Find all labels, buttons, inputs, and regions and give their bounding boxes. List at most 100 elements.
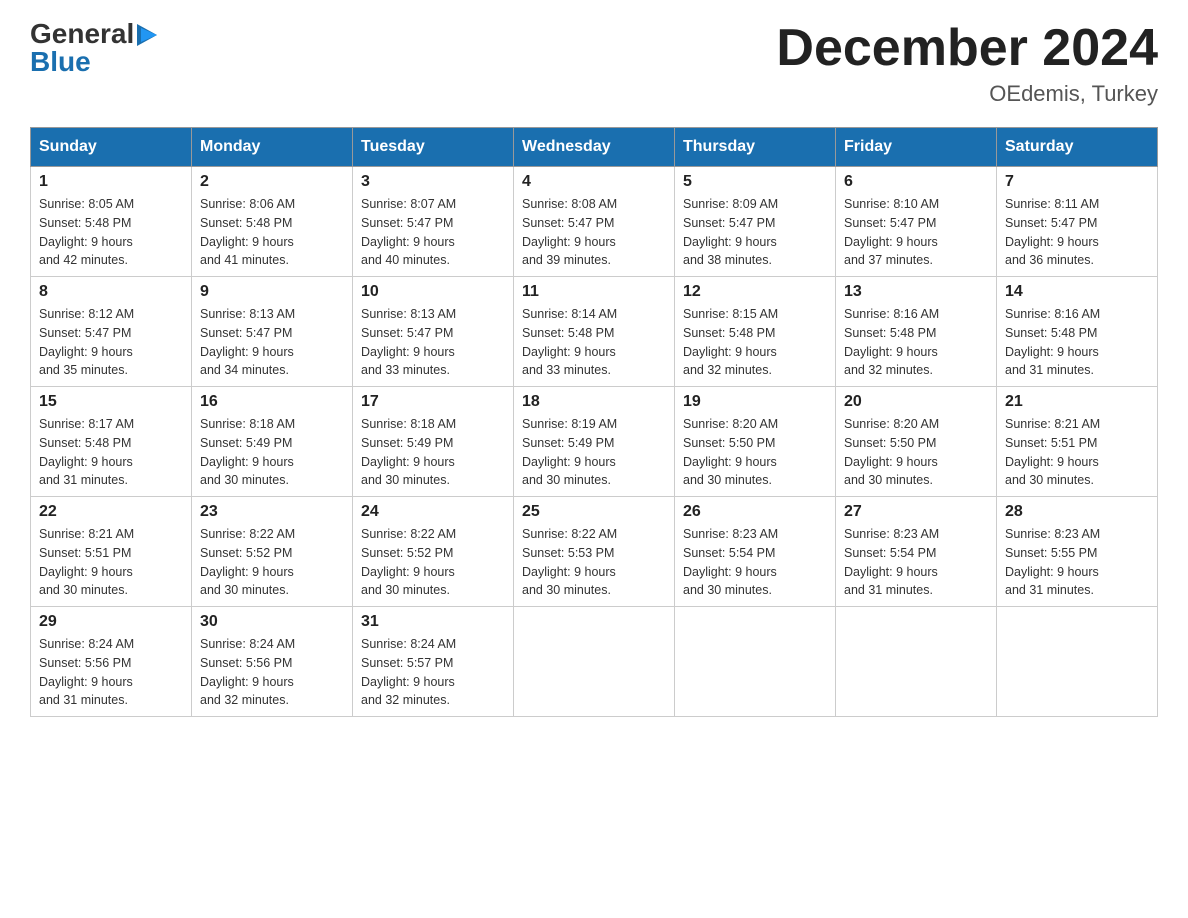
calendar-cell: 25 Sunrise: 8:22 AM Sunset: 5:53 PM Dayl… xyxy=(514,497,675,607)
logo-arrow-icon xyxy=(137,24,161,46)
calendar-cell: 1 Sunrise: 8:05 AM Sunset: 5:48 PM Dayli… xyxy=(31,167,192,277)
calendar-cell: 22 Sunrise: 8:21 AM Sunset: 5:51 PM Dayl… xyxy=(31,497,192,607)
calendar-cell: 31 Sunrise: 8:24 AM Sunset: 5:57 PM Dayl… xyxy=(353,607,514,717)
day-info: Sunrise: 8:11 AM Sunset: 5:47 PM Dayligh… xyxy=(1005,195,1149,270)
calendar-cell: 3 Sunrise: 8:07 AM Sunset: 5:47 PM Dayli… xyxy=(353,167,514,277)
day-number: 23 xyxy=(200,503,344,521)
calendar-cell: 27 Sunrise: 8:23 AM Sunset: 5:54 PM Dayl… xyxy=(836,497,997,607)
calendar-cell xyxy=(514,607,675,717)
calendar-header-row: SundayMondayTuesdayWednesdayThursdayFrid… xyxy=(31,128,1158,167)
day-info: Sunrise: 8:17 AM Sunset: 5:48 PM Dayligh… xyxy=(39,415,183,490)
day-number: 29 xyxy=(39,613,183,631)
day-number: 30 xyxy=(200,613,344,631)
day-info: Sunrise: 8:24 AM Sunset: 5:57 PM Dayligh… xyxy=(361,635,505,710)
month-title: December 2024 xyxy=(776,20,1158,77)
day-number: 25 xyxy=(522,503,666,521)
day-number: 22 xyxy=(39,503,183,521)
day-number: 8 xyxy=(39,283,183,301)
calendar-cell: 23 Sunrise: 8:22 AM Sunset: 5:52 PM Dayl… xyxy=(192,497,353,607)
calendar-cell: 16 Sunrise: 8:18 AM Sunset: 5:49 PM Dayl… xyxy=(192,387,353,497)
calendar-cell: 5 Sunrise: 8:09 AM Sunset: 5:47 PM Dayli… xyxy=(675,167,836,277)
day-number: 10 xyxy=(361,283,505,301)
day-info: Sunrise: 8:21 AM Sunset: 5:51 PM Dayligh… xyxy=(1005,415,1149,490)
day-info: Sunrise: 8:24 AM Sunset: 5:56 PM Dayligh… xyxy=(200,635,344,710)
calendar-header-thursday: Thursday xyxy=(675,128,836,167)
calendar-cell: 7 Sunrise: 8:11 AM Sunset: 5:47 PM Dayli… xyxy=(997,167,1158,277)
day-number: 15 xyxy=(39,393,183,411)
day-info: Sunrise: 8:12 AM Sunset: 5:47 PM Dayligh… xyxy=(39,305,183,380)
day-info: Sunrise: 8:19 AM Sunset: 5:49 PM Dayligh… xyxy=(522,415,666,490)
day-number: 4 xyxy=(522,173,666,191)
day-info: Sunrise: 8:18 AM Sunset: 5:49 PM Dayligh… xyxy=(200,415,344,490)
logo: General Blue xyxy=(30,20,161,76)
day-number: 1 xyxy=(39,173,183,191)
calendar-cell: 21 Sunrise: 8:21 AM Sunset: 5:51 PM Dayl… xyxy=(997,387,1158,497)
calendar-header-saturday: Saturday xyxy=(997,128,1158,167)
day-number: 16 xyxy=(200,393,344,411)
calendar-table: SundayMondayTuesdayWednesdayThursdayFrid… xyxy=(30,127,1158,717)
day-info: Sunrise: 8:21 AM Sunset: 5:51 PM Dayligh… xyxy=(39,525,183,600)
calendar-week-row: 1 Sunrise: 8:05 AM Sunset: 5:48 PM Dayli… xyxy=(31,167,1158,277)
calendar-cell: 30 Sunrise: 8:24 AM Sunset: 5:56 PM Dayl… xyxy=(192,607,353,717)
calendar-cell: 10 Sunrise: 8:13 AM Sunset: 5:47 PM Dayl… xyxy=(353,277,514,387)
calendar-cell: 12 Sunrise: 8:15 AM Sunset: 5:48 PM Dayl… xyxy=(675,277,836,387)
day-info: Sunrise: 8:23 AM Sunset: 5:54 PM Dayligh… xyxy=(683,525,827,600)
calendar-cell: 9 Sunrise: 8:13 AM Sunset: 5:47 PM Dayli… xyxy=(192,277,353,387)
day-number: 20 xyxy=(844,393,988,411)
calendar-header-sunday: Sunday xyxy=(31,128,192,167)
logo-blue-text: Blue xyxy=(30,48,91,76)
day-info: Sunrise: 8:14 AM Sunset: 5:48 PM Dayligh… xyxy=(522,305,666,380)
day-info: Sunrise: 8:23 AM Sunset: 5:54 PM Dayligh… xyxy=(844,525,988,600)
calendar-cell: 28 Sunrise: 8:23 AM Sunset: 5:55 PM Dayl… xyxy=(997,497,1158,607)
calendar-cell: 20 Sunrise: 8:20 AM Sunset: 5:50 PM Dayl… xyxy=(836,387,997,497)
calendar-cell: 26 Sunrise: 8:23 AM Sunset: 5:54 PM Dayl… xyxy=(675,497,836,607)
calendar-cell: 19 Sunrise: 8:20 AM Sunset: 5:50 PM Dayl… xyxy=(675,387,836,497)
calendar-cell: 18 Sunrise: 8:19 AM Sunset: 5:49 PM Dayl… xyxy=(514,387,675,497)
day-number: 24 xyxy=(361,503,505,521)
calendar-cell: 14 Sunrise: 8:16 AM Sunset: 5:48 PM Dayl… xyxy=(997,277,1158,387)
calendar-header-friday: Friday xyxy=(836,128,997,167)
day-info: Sunrise: 8:23 AM Sunset: 5:55 PM Dayligh… xyxy=(1005,525,1149,600)
day-number: 11 xyxy=(522,283,666,301)
day-number: 28 xyxy=(1005,503,1149,521)
calendar-week-row: 22 Sunrise: 8:21 AM Sunset: 5:51 PM Dayl… xyxy=(31,497,1158,607)
day-number: 14 xyxy=(1005,283,1149,301)
day-info: Sunrise: 8:10 AM Sunset: 5:47 PM Dayligh… xyxy=(844,195,988,270)
calendar-cell: 11 Sunrise: 8:14 AM Sunset: 5:48 PM Dayl… xyxy=(514,277,675,387)
day-number: 27 xyxy=(844,503,988,521)
calendar-cell: 13 Sunrise: 8:16 AM Sunset: 5:48 PM Dayl… xyxy=(836,277,997,387)
day-info: Sunrise: 8:08 AM Sunset: 5:47 PM Dayligh… xyxy=(522,195,666,270)
logo-general-text: General xyxy=(30,20,134,48)
calendar-cell xyxy=(836,607,997,717)
calendar-cell: 8 Sunrise: 8:12 AM Sunset: 5:47 PM Dayli… xyxy=(31,277,192,387)
day-info: Sunrise: 8:20 AM Sunset: 5:50 PM Dayligh… xyxy=(844,415,988,490)
day-number: 5 xyxy=(683,173,827,191)
day-number: 2 xyxy=(200,173,344,191)
calendar-cell: 24 Sunrise: 8:22 AM Sunset: 5:52 PM Dayl… xyxy=(353,497,514,607)
day-info: Sunrise: 8:24 AM Sunset: 5:56 PM Dayligh… xyxy=(39,635,183,710)
day-info: Sunrise: 8:22 AM Sunset: 5:52 PM Dayligh… xyxy=(361,525,505,600)
day-info: Sunrise: 8:16 AM Sunset: 5:48 PM Dayligh… xyxy=(1005,305,1149,380)
calendar-cell: 17 Sunrise: 8:18 AM Sunset: 5:49 PM Dayl… xyxy=(353,387,514,497)
day-info: Sunrise: 8:07 AM Sunset: 5:47 PM Dayligh… xyxy=(361,195,505,270)
day-number: 3 xyxy=(361,173,505,191)
day-number: 9 xyxy=(200,283,344,301)
day-info: Sunrise: 8:22 AM Sunset: 5:52 PM Dayligh… xyxy=(200,525,344,600)
calendar-header-wednesday: Wednesday xyxy=(514,128,675,167)
day-info: Sunrise: 8:18 AM Sunset: 5:49 PM Dayligh… xyxy=(361,415,505,490)
page-header: General Blue December 2024 OEdemis, Turk… xyxy=(30,20,1158,107)
calendar-cell: 15 Sunrise: 8:17 AM Sunset: 5:48 PM Dayl… xyxy=(31,387,192,497)
day-info: Sunrise: 8:05 AM Sunset: 5:48 PM Dayligh… xyxy=(39,195,183,270)
calendar-cell: 6 Sunrise: 8:10 AM Sunset: 5:47 PM Dayli… xyxy=(836,167,997,277)
day-info: Sunrise: 8:13 AM Sunset: 5:47 PM Dayligh… xyxy=(200,305,344,380)
day-info: Sunrise: 8:09 AM Sunset: 5:47 PM Dayligh… xyxy=(683,195,827,270)
calendar-header-tuesday: Tuesday xyxy=(353,128,514,167)
calendar-cell: 29 Sunrise: 8:24 AM Sunset: 5:56 PM Dayl… xyxy=(31,607,192,717)
day-number: 21 xyxy=(1005,393,1149,411)
day-number: 17 xyxy=(361,393,505,411)
day-number: 12 xyxy=(683,283,827,301)
day-info: Sunrise: 8:15 AM Sunset: 5:48 PM Dayligh… xyxy=(683,305,827,380)
day-number: 31 xyxy=(361,613,505,631)
calendar-cell: 2 Sunrise: 8:06 AM Sunset: 5:48 PM Dayli… xyxy=(192,167,353,277)
day-info: Sunrise: 8:22 AM Sunset: 5:53 PM Dayligh… xyxy=(522,525,666,600)
